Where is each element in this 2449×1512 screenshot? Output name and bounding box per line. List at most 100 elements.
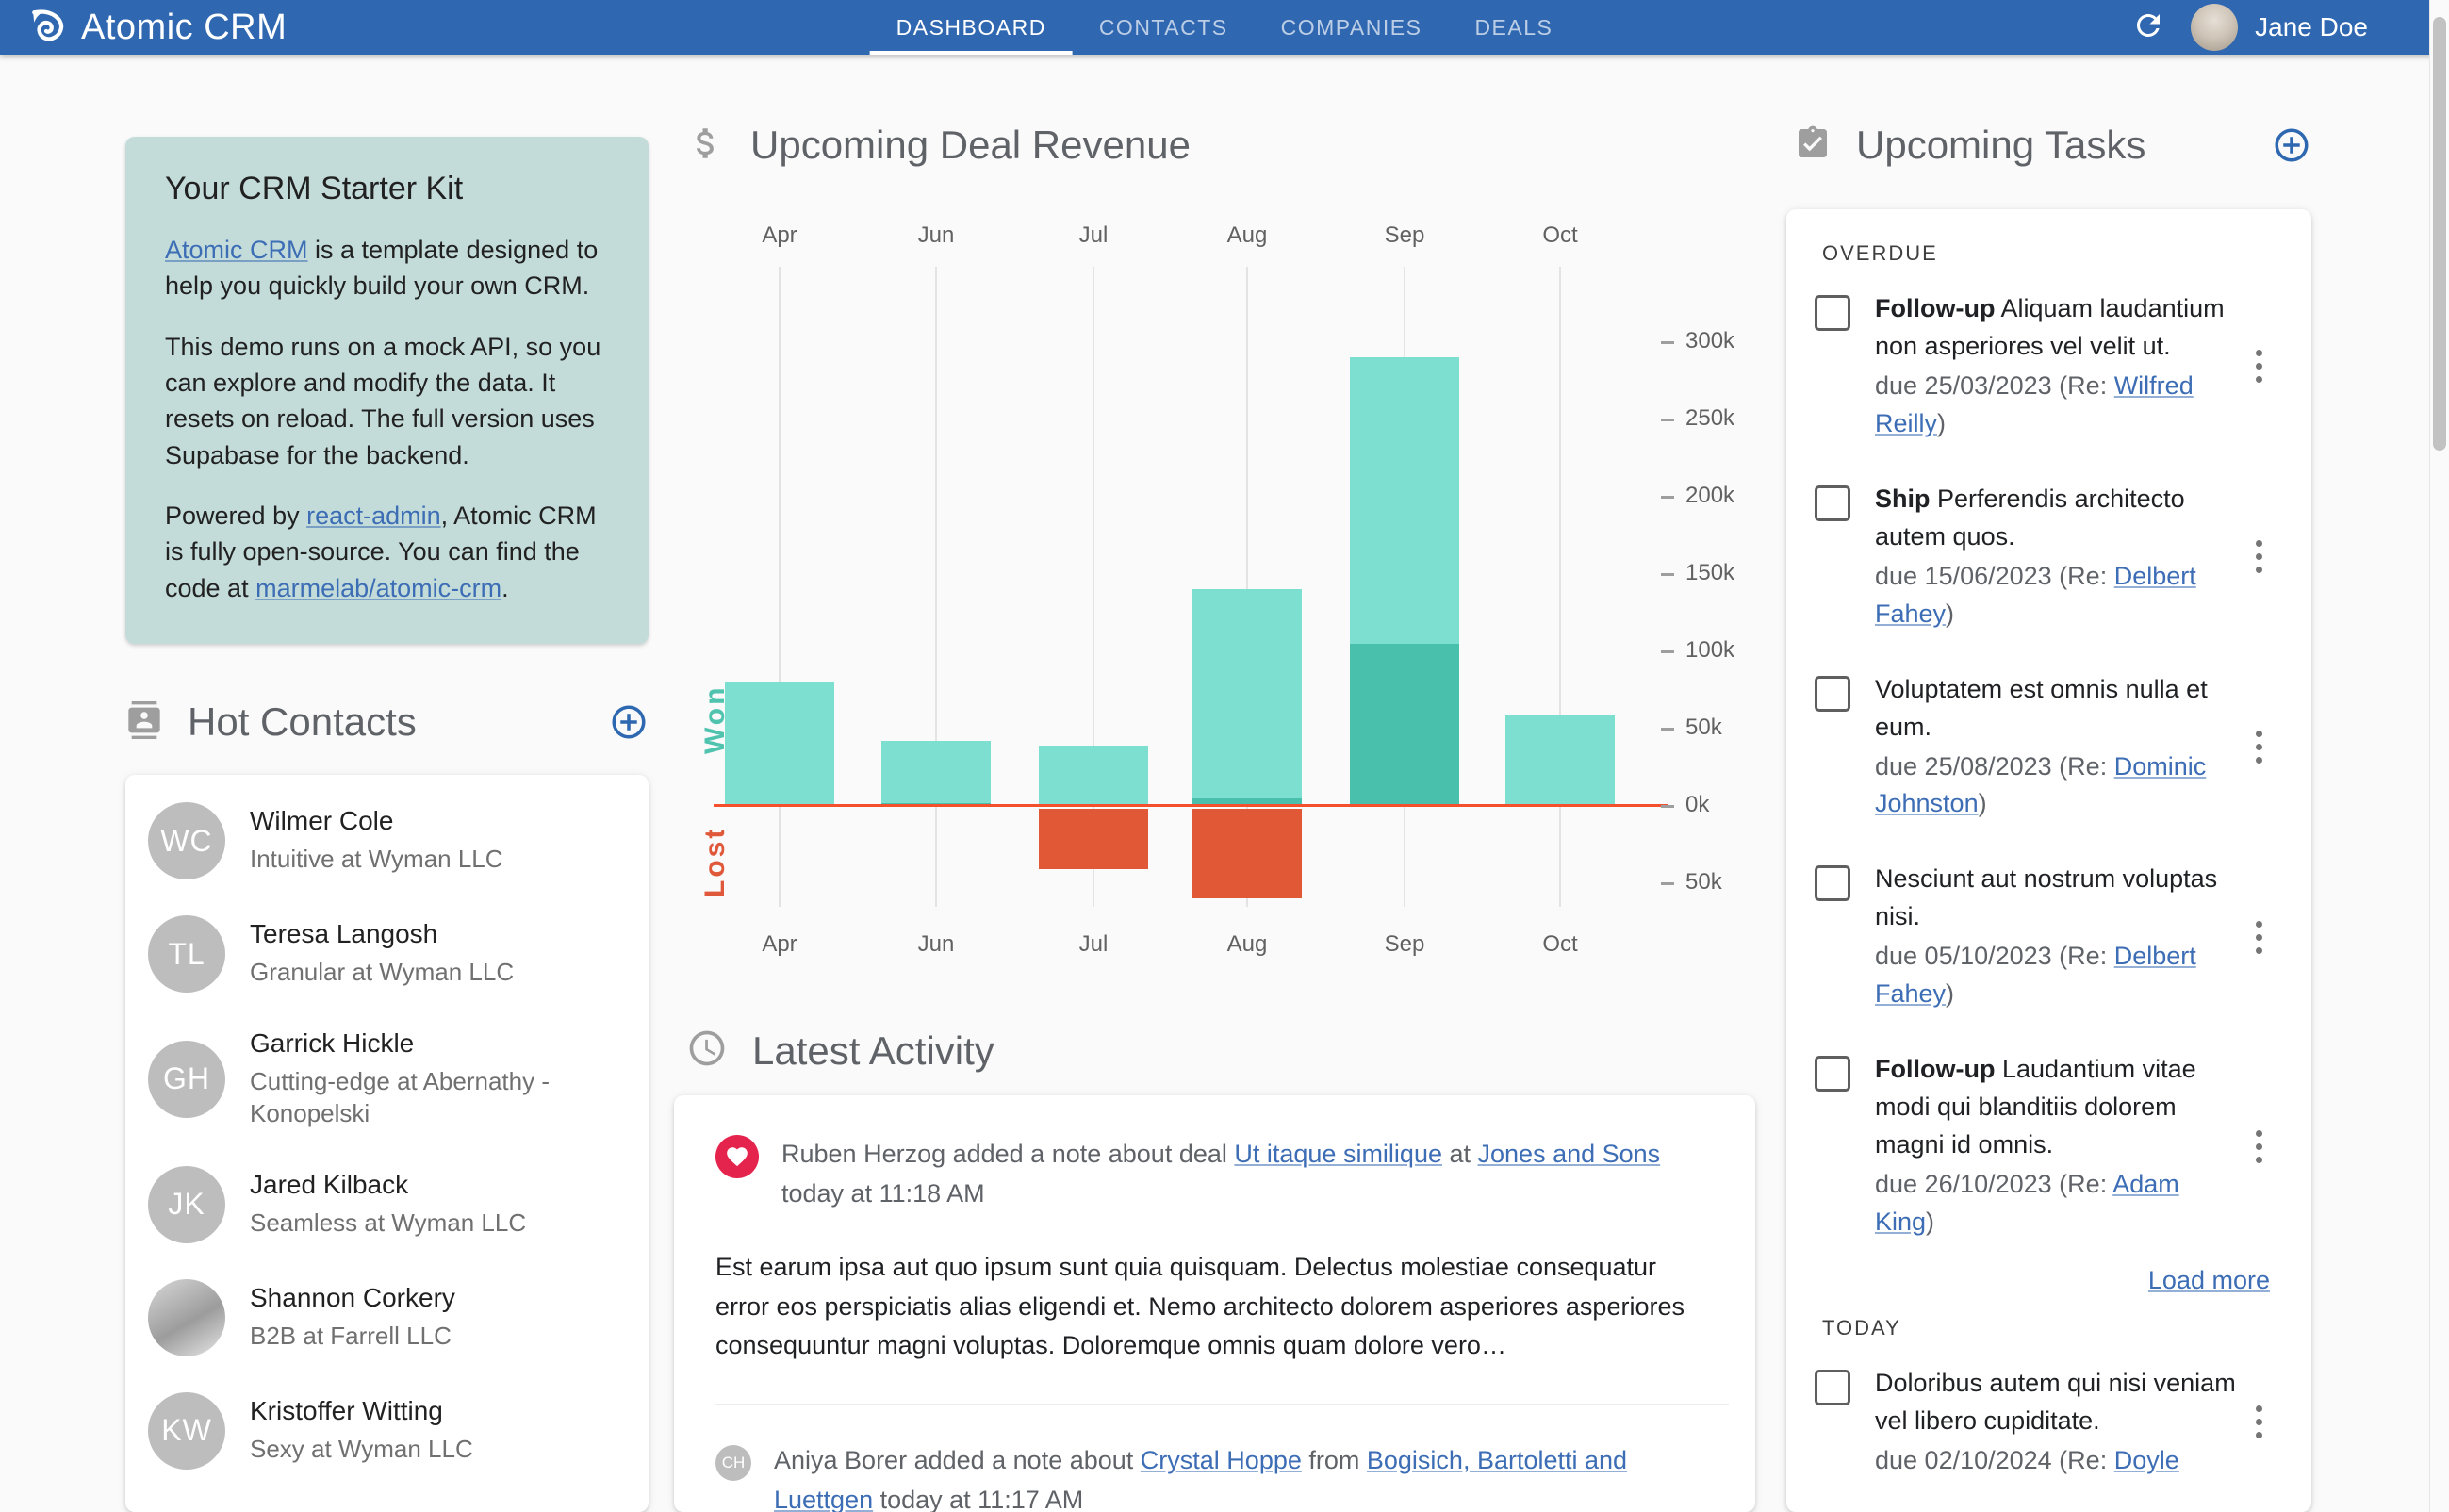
react-admin-link[interactable]: react-admin <box>306 501 441 530</box>
task-item: Doloribus autem qui nisi veniam vel libe… <box>1786 1346 2311 1499</box>
y-axis-tick <box>1661 805 1674 808</box>
add-contact-button[interactable] <box>609 702 649 742</box>
y-axis-tick-label: 150k <box>1685 560 1735 585</box>
tasks-card: OVERDUE Follow-up Aliquam laudantium non… <box>1786 209 2311 1512</box>
contact-list-item[interactable]: WC Wilmer Cole Intuitive at Wyman LLC <box>125 784 649 897</box>
deal-link[interactable]: Ut itaque similique <box>1234 1140 1442 1168</box>
task-menu-button[interactable] <box>2244 731 2273 764</box>
won-axis-label: Won <box>699 684 731 754</box>
contact-initials-avatar: CH <box>715 1445 751 1482</box>
contact-list-item[interactable]: JK Jared Kilback Seamless at Wyman LLC <box>125 1148 649 1261</box>
task-type: Follow-up <box>1875 1055 1996 1084</box>
contact-name: Jared Kilback <box>250 1169 409 1199</box>
y-axis-tick <box>1661 573 1674 576</box>
task-checkbox[interactable] <box>1815 1056 1850 1093</box>
tasks-section-label-today: TODAY <box>1822 1316 1901 1340</box>
load-more-link[interactable]: Load more <box>2148 1266 2270 1294</box>
y-axis-tick-label: 200k <box>1685 483 1735 508</box>
y-axis-tick-label: 300k <box>1685 328 1735 353</box>
contact-avatar: WC <box>148 802 225 879</box>
user-avatar <box>2191 4 2239 51</box>
refresh-button[interactable] <box>2130 9 2166 45</box>
task-item: Ship Perferendis architecto autem quos. d… <box>1786 462 2311 652</box>
x-axis-label-bottom: Aug <box>1226 931 1268 957</box>
task-checkbox[interactable] <box>1815 675 1850 712</box>
task-text: Voluptatem est omnis nulla et eum. due 25… <box>1875 671 2244 824</box>
user-menu[interactable]: Jane Doe <box>2191 4 2368 51</box>
activity-title: Latest Activity <box>752 1027 994 1073</box>
task-checkbox[interactable] <box>1815 865 1850 902</box>
contact-subtitle: B2B at Farrell LLC <box>250 1321 452 1350</box>
contact-avatar: GH <box>148 1040 225 1118</box>
task-item: Follow-up Laudantium vitae modi qui blan… <box>1786 1032 2311 1260</box>
bar-won-expected-Apr <box>725 682 834 806</box>
contact-avatar: KW <box>148 1391 225 1470</box>
x-axis-label-top: Jul <box>1078 222 1109 248</box>
chart-gridline <box>779 267 781 907</box>
task-due: due 26/10/2023 (Re: Adam King) <box>1875 1166 2244 1241</box>
add-task-button[interactable] <box>2272 125 2311 165</box>
scrollbar-thumb[interactable] <box>2433 17 2446 451</box>
contact-subtitle: Seamless at Wyman LLC <box>250 1208 527 1237</box>
revenue-title: Upcoming Deal Revenue <box>750 123 1191 167</box>
task-checkbox[interactable] <box>1815 485 1850 521</box>
contact-name: Kristoffer Witting <box>250 1395 443 1425</box>
task-text: Follow-up Laudantium vitae modi qui blan… <box>1875 1051 2244 1241</box>
contact-link[interactable]: Crystal Hoppe <box>1141 1446 1302 1474</box>
y-axis-tick-label: 50k <box>1685 715 1722 740</box>
activity-sentence: Aniya Borer added a note about <box>774 1446 1141 1475</box>
activity-item: Ruben Herzog added a note about deal Ut … <box>674 1095 1755 1214</box>
task-due-text: due 15/06/2023 (Re: <box>1875 561 2114 590</box>
starter-kit-paragraph-2: This demo runs on a mock API, so you can… <box>165 332 601 469</box>
contact-list-item[interactable]: GH Garrick Hickle Cutting-edge at Abernat… <box>125 1011 649 1148</box>
activity-card: Ruben Herzog added a note about deal Ut … <box>674 1095 1755 1512</box>
task-contact-link[interactable]: Doyle <box>2114 1446 2179 1474</box>
task-menu-button[interactable] <box>2244 540 2273 574</box>
task-checkbox[interactable] <box>1815 1370 1850 1406</box>
scrollbar-track[interactable] <box>2429 0 2449 1512</box>
task-due: due 25/03/2023 (Re: Wilfred Reilly) <box>1875 368 2244 443</box>
task-item: Nesciunt aut nostrum voluptas nisi. due 0… <box>1786 842 2311 1032</box>
chart-gridline <box>1559 267 1561 907</box>
task-menu-button[interactable] <box>2244 920 2273 954</box>
task-menu-button[interactable] <box>2244 350 2273 384</box>
contact-list-item[interactable]: KW Kristoffer Witting Sexy at Wyman LLC <box>125 1374 649 1487</box>
contact-list-item[interactable]: Shannon Corkery B2B at Farrell LLC <box>125 1261 649 1374</box>
y-axis-tick-label: 250k <box>1685 405 1735 431</box>
atomic-crm-link[interactable]: Atomic CRM <box>165 236 308 264</box>
user-name: Jane Doe <box>2255 12 2368 41</box>
bar-won-expected-Oct <box>1505 715 1615 806</box>
header-actions: Jane Doe <box>2130 0 2368 55</box>
x-axis-label-top: Oct <box>1542 222 1578 248</box>
task-due-text: due 05/10/2023 (Re: <box>1875 942 2114 971</box>
marmelab-atomic-crm-link[interactable]: marmelab/atomic-crm <box>255 574 501 602</box>
starter-kit-title: Your CRM Starter Kit <box>165 171 464 206</box>
bar-won-confirmed-Jun <box>881 802 991 806</box>
contact-avatar: TL <box>148 915 225 993</box>
x-axis-label-bottom: Sep <box>1384 931 1425 957</box>
y-axis-tick-label: 100k <box>1685 637 1735 663</box>
starter-kit-text: . <box>501 573 509 602</box>
app-logo[interactable]: Atomic CRM <box>28 0 287 55</box>
task-checkbox[interactable] <box>1815 295 1850 331</box>
tab-companies[interactable]: COMPANIES <box>1255 0 1449 55</box>
tab-contacts[interactable]: CONTACTS <box>1073 0 1255 55</box>
contact-name: Garrick Hickle <box>250 1028 415 1058</box>
activity-sentence: Ruben Herzog added a note about deal <box>781 1140 1235 1168</box>
y-axis-tick-label: 0k <box>1685 792 1710 817</box>
tab-dashboard[interactable]: DASHBOARD <box>869 0 1073 55</box>
activity-timestamp: today at 11:18 AM <box>781 1178 985 1208</box>
contact-avatar-photo <box>148 1278 225 1356</box>
atomic-crm-logo-icon <box>28 7 66 49</box>
clock-icon <box>686 1027 728 1074</box>
x-axis-label-bottom: Jul <box>1078 931 1109 957</box>
bar-lost-Jul <box>1039 809 1148 869</box>
tab-deals[interactable]: DEALS <box>1448 0 1579 55</box>
task-type: Follow-up <box>1875 294 1996 322</box>
task-menu-button[interactable] <box>2244 1405 2273 1439</box>
task-menu-button[interactable] <box>2244 1129 2273 1163</box>
bar-won-expected-Aug <box>1192 589 1302 806</box>
contact-list-item[interactable]: TL Teresa Langosh Granular at Wyman LLC <box>125 897 649 1011</box>
company-link[interactable]: Jones and Sons <box>1478 1140 1661 1168</box>
task-due: due 05/10/2023 (Re: Delbert Fahey) <box>1875 938 2244 1013</box>
